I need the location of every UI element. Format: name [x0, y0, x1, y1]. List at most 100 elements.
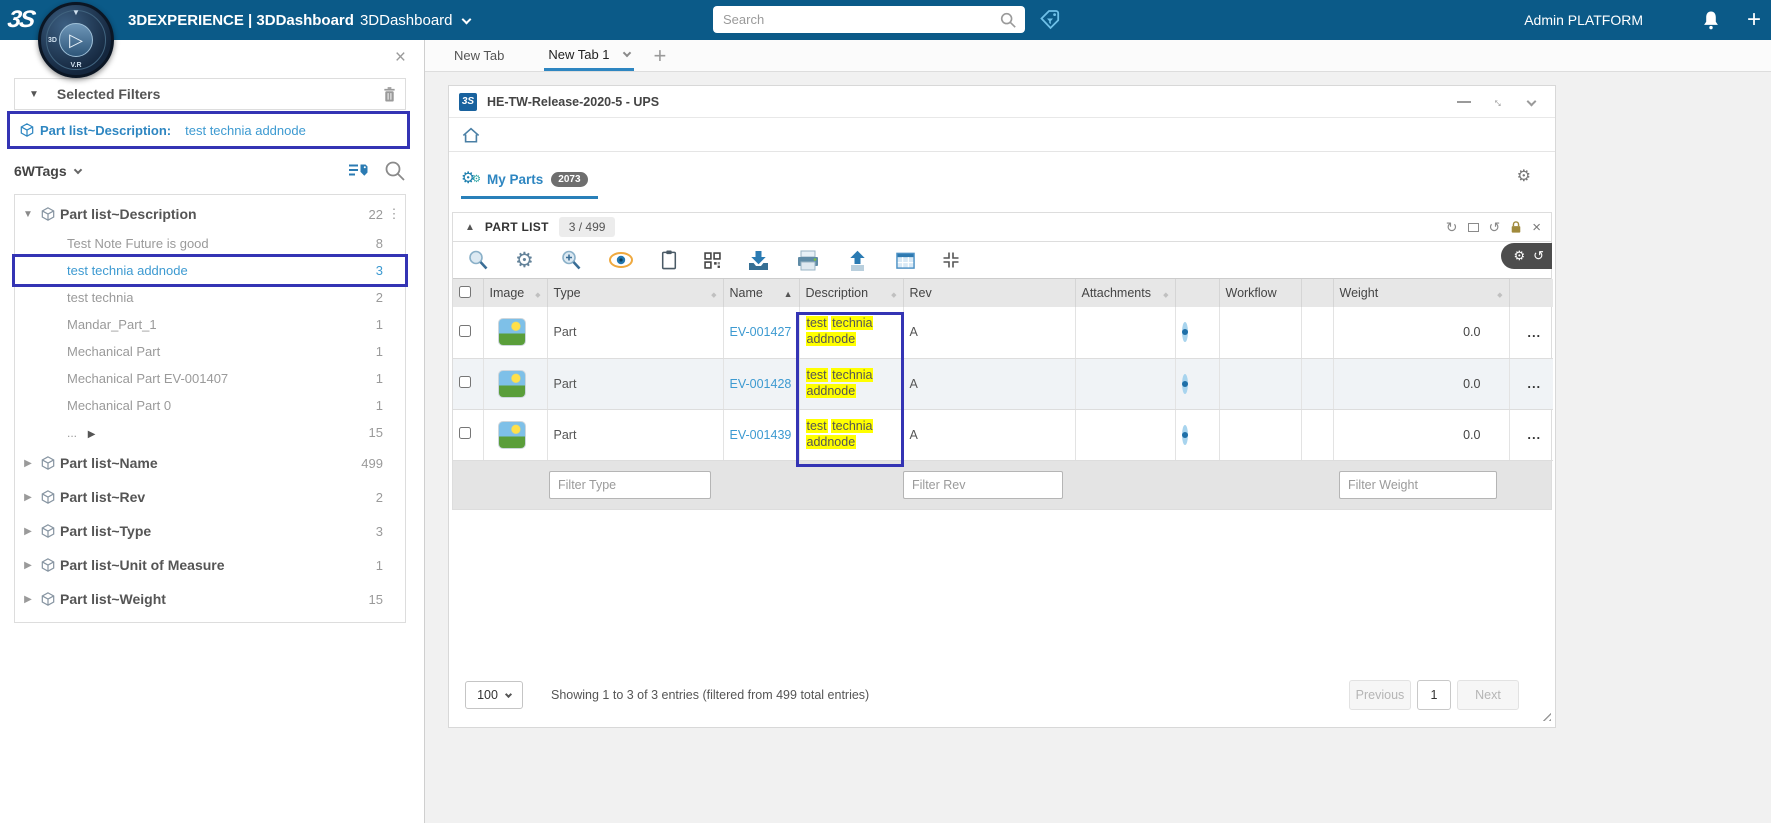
sort-asc-icon[interactable]: ▲	[784, 289, 793, 299]
settings-gear-icon[interactable]: ⚙	[515, 250, 534, 271]
tree-item-more[interactable]: ... ▶ 15	[15, 419, 405, 446]
collapse-triangle-icon[interactable]: ▼	[15, 209, 41, 220]
widget-settings-gear-icon[interactable]: ⚙	[1517, 166, 1531, 186]
user-name[interactable]: Admin PLATFORM	[1524, 12, 1643, 28]
tree-item[interactable]: Mechanical Part 0 1	[15, 392, 405, 419]
maximize-icon[interactable]	[1467, 222, 1479, 232]
compass-widget[interactable]: ▼ 3D V.R ▷	[38, 2, 114, 78]
tree-group-rev[interactable]: ▶ Part list~Rev 2	[15, 480, 405, 514]
tree-group-description[interactable]: ▼ Part list~Description 22 ⋮	[15, 198, 405, 230]
eye-icon[interactable]	[608, 251, 634, 269]
reset-icon[interactable]: ↺	[1533, 248, 1544, 264]
tab-my-parts[interactable]: ⚙ ⚙ My Parts 2073	[461, 170, 598, 199]
search-in-tags-icon[interactable]	[384, 160, 406, 182]
tab-new-tab[interactable]: New Tab	[450, 40, 508, 71]
sort-icon[interactable]: ◆	[535, 291, 540, 299]
trash-icon[interactable]	[382, 86, 397, 103]
lock-icon[interactable]	[1510, 220, 1522, 234]
search-input[interactable]	[713, 12, 999, 27]
expand-icon[interactable]: ↔	[1490, 92, 1510, 112]
collapse-icon[interactable]	[942, 251, 960, 269]
previous-page-button[interactable]: Previous	[1349, 680, 1411, 710]
collapse-triangle-icon[interactable]: ▼	[29, 89, 39, 100]
add-icon[interactable]: +	[1747, 8, 1761, 32]
clipboard-icon[interactable]	[660, 249, 678, 271]
minimize-icon[interactable]	[1457, 100, 1471, 103]
expand-triangle-icon[interactable]: ▶	[15, 560, 41, 571]
chevron-down-icon[interactable]	[73, 165, 82, 174]
collapse-up-icon[interactable]: ▲	[465, 222, 475, 233]
row-checkbox[interactable]	[459, 427, 471, 439]
chevron-down-icon[interactable]	[622, 48, 631, 57]
zoom-in-icon[interactable]	[560, 249, 582, 271]
tag-filter-icon[interactable]	[1038, 8, 1062, 32]
tree-group-name[interactable]: ▶ Part list~Name 499	[15, 446, 405, 480]
visibility-eye-icon[interactable]	[1181, 322, 1188, 343]
tree-item[interactable]: Mandar_Part_1 1	[15, 311, 405, 338]
part-thumbnail[interactable]	[497, 420, 526, 449]
expand-triangle-icon[interactable]: ▶	[15, 594, 41, 605]
qr-icon[interactable]	[704, 251, 721, 269]
filter-weight-input[interactable]	[1339, 470, 1497, 499]
row-checkbox[interactable]	[459, 376, 471, 388]
search-icon[interactable]	[999, 11, 1017, 29]
row-actions-button[interactable]: ...	[1509, 358, 1553, 410]
part-link[interactable]: EV-001427	[730, 325, 792, 339]
tree-item[interactable]: test technia 2	[15, 284, 405, 311]
part-thumbnail[interactable]	[497, 369, 526, 398]
undo-icon[interactable]: ↺	[1489, 219, 1501, 236]
sort-icon[interactable]: ◆	[711, 291, 716, 299]
expand-triangle-icon[interactable]: ▶	[15, 526, 41, 537]
add-tab-icon[interactable]: +	[654, 43, 667, 69]
print-icon[interactable]	[796, 250, 820, 271]
tree-item[interactable]: Mechanical Part 1	[15, 338, 405, 365]
tree-group-weight[interactable]: ▶ Part list~Weight 15	[15, 582, 405, 616]
table-row[interactable]: Part EV-001427 test technia addnode A 0.0…	[453, 307, 1553, 359]
upload-icon[interactable]	[846, 250, 869, 271]
tree-group-type[interactable]: ▶ Part list~Type 3	[15, 514, 405, 548]
page-size-select[interactable]: 100	[465, 681, 523, 709]
download-icon[interactable]	[747, 250, 770, 271]
chevron-down-icon[interactable]	[461, 14, 471, 24]
list-tag-icon[interactable]	[348, 162, 370, 180]
select-all-checkbox[interactable]	[459, 285, 471, 298]
expand-triangle-icon[interactable]: ▶	[15, 492, 41, 503]
six-w-tags-label[interactable]: 6WTags	[14, 163, 67, 179]
column-settings-pill[interactable]: ⚙ ↺	[1501, 243, 1552, 269]
part-link[interactable]: EV-001439	[730, 428, 792, 442]
row-actions-button[interactable]: ...	[1509, 409, 1553, 461]
sort-icon[interactable]: ◆	[1163, 291, 1168, 299]
bell-icon[interactable]	[1701, 10, 1721, 31]
refresh-icon[interactable]: ↻	[1446, 219, 1458, 236]
close-icon[interactable]: ×	[1532, 219, 1541, 236]
tree-item[interactable]: Test Note Future is good 8	[15, 230, 405, 257]
next-page-button[interactable]: Next	[1457, 680, 1519, 710]
part-link[interactable]: EV-001428	[730, 377, 792, 391]
filter-type-input[interactable]	[549, 470, 711, 499]
visibility-eye-icon[interactable]	[1181, 424, 1188, 445]
active-filter-chip[interactable]: Part list~Description: test technia addn…	[7, 111, 410, 149]
visibility-eye-icon[interactable]	[1181, 373, 1188, 394]
table-icon[interactable]	[895, 251, 916, 270]
part-thumbnail[interactable]	[497, 318, 526, 347]
expand-triangle-icon[interactable]: ▶	[15, 458, 41, 469]
kebab-icon[interactable]: ⋮	[383, 206, 405, 222]
global-search[interactable]	[713, 6, 1025, 33]
zoom-icon[interactable]	[467, 249, 489, 271]
sort-icon[interactable]: ◆	[891, 291, 896, 299]
filter-rev-input[interactable]	[903, 470, 1063, 499]
tree-item[interactable]: Mechanical Part EV-001407 1	[15, 365, 405, 392]
compass-play-icon[interactable]: ▷	[59, 23, 93, 57]
tree-item-selected[interactable]: test technia addnode 3	[12, 254, 408, 287]
sort-icon[interactable]: ◆	[1497, 291, 1502, 299]
table-row[interactable]: Part EV-001428 test technia addnode A 0.0…	[453, 358, 1553, 410]
settings-gear-icon[interactable]: ⚙	[1513, 248, 1525, 264]
current-page-button[interactable]: 1	[1417, 680, 1451, 710]
home-icon[interactable]	[461, 126, 481, 144]
table-row[interactable]: Part EV-001439 test technia addnode A 0.0…	[453, 409, 1553, 461]
tab-new-tab-1[interactable]: New Tab 1	[544, 40, 634, 71]
row-actions-button[interactable]: ...	[1509, 307, 1553, 359]
expand-triangle-icon[interactable]: ▶	[85, 429, 96, 440]
row-checkbox[interactable]	[459, 324, 471, 337]
close-icon[interactable]: ×	[395, 48, 406, 67]
